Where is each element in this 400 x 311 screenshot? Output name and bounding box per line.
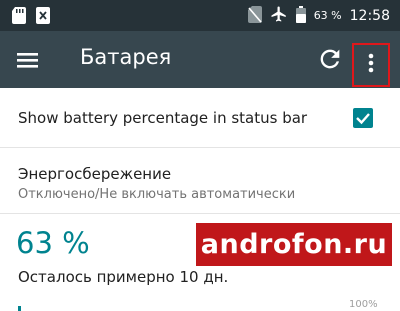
chart-top-label: 100% [349,299,378,310]
battery-icon [295,5,306,26]
battery-chart-line [18,306,21,311]
notification-x-icon [36,7,50,28]
status-bar-right: 63 % 12:58 [247,0,390,31]
status-bar: 63 % 12:58 [0,0,400,31]
more-options-button[interactable] [352,43,390,87]
page-title: Батарея [80,45,172,69]
status-battery-percent: 63 % [313,9,342,22]
battery-percentage: 63 % [16,226,90,260]
check-icon [353,113,373,132]
status-time: 12:58 [349,7,390,24]
status-bar-left [12,7,50,28]
sd-card-icon [12,7,26,28]
show-percentage-label: Show battery percentage in status bar [18,109,308,127]
more-vert-icon [368,53,374,77]
power-saving-setting[interactable]: Энергосбережение Отключено/Не включать а… [0,148,400,214]
watermark: androfon.ru [196,223,392,266]
power-saving-subtitle: Отключено/Не включать автоматически [18,187,296,202]
toolbar: Батарея [0,31,400,88]
airplane-icon [270,5,288,26]
no-sim-icon [247,5,262,26]
power-saving-title: Энергосбережение [18,165,172,183]
battery-remaining: Осталось примерно 10 дн. [18,268,229,286]
watermark-text: androfon.ru [200,229,388,260]
show-percentage-setting[interactable]: Show battery percentage in status bar [0,88,400,148]
show-percentage-checkbox[interactable] [353,108,373,128]
refresh-icon[interactable] [316,45,344,73]
menu-icon[interactable] [14,46,42,74]
